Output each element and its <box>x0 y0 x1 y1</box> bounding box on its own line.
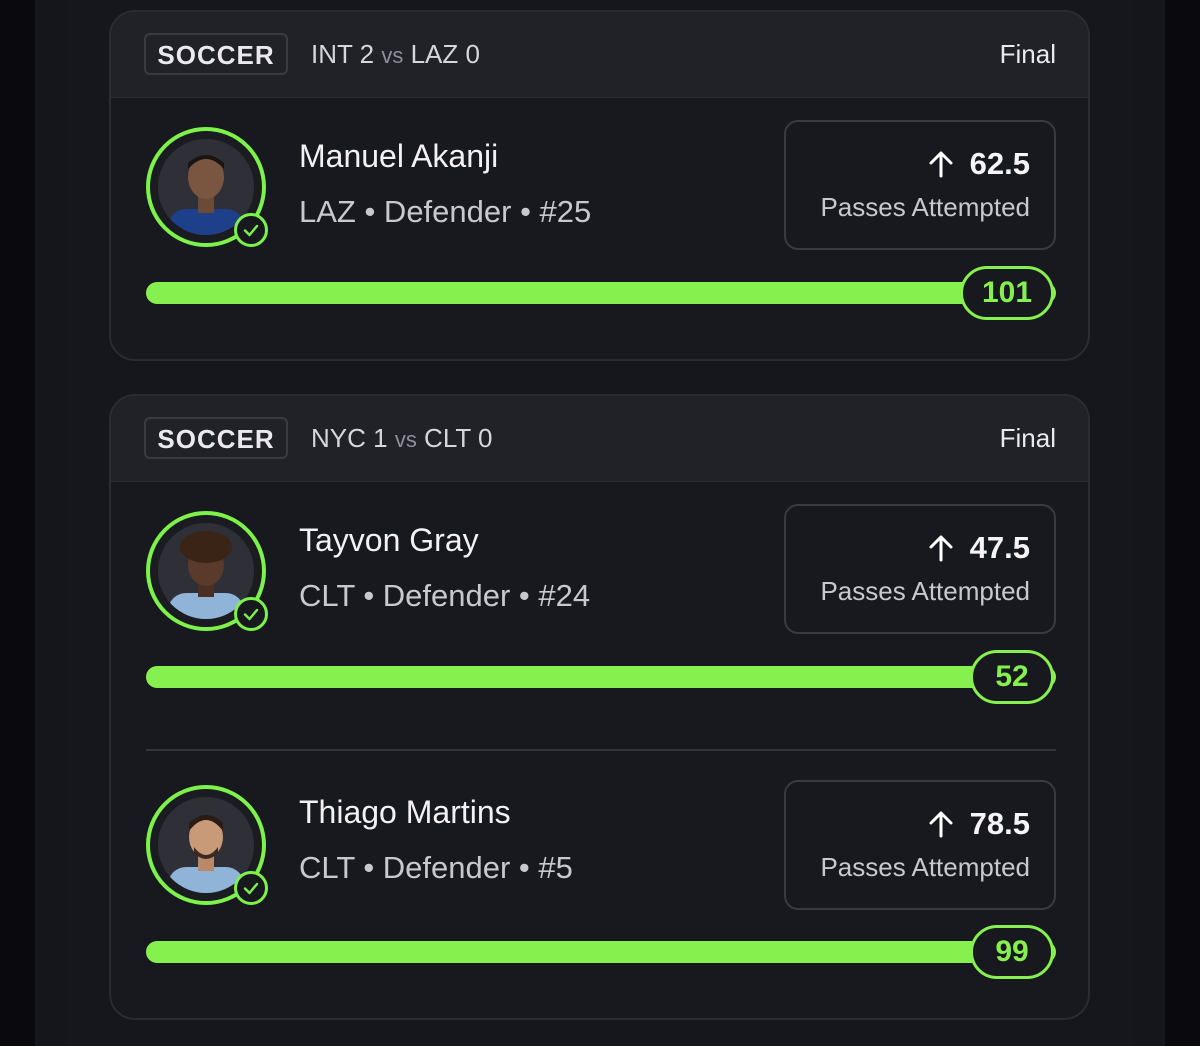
line-value: 47.5 <box>969 530 1030 565</box>
arrow-up-icon <box>929 151 953 178</box>
player-name: Manuel Akanji <box>299 138 499 174</box>
progress-track <box>146 941 1056 963</box>
line-value-row: 78.5 <box>928 806 1030 842</box>
line-value-row: 47.5 <box>928 530 1030 566</box>
stat-label: Passes Attempted <box>820 576 1030 606</box>
sport-badge: SOCCER <box>144 417 288 459</box>
line-value: 78.5 <box>969 806 1030 841</box>
verified-check-icon <box>234 213 268 247</box>
away-team-score: CLT 0 <box>424 423 493 453</box>
vs-label: vs <box>394 427 417 452</box>
result-pill: 52 <box>970 650 1054 704</box>
sport-badge: SOCCER <box>144 33 288 75</box>
player-meta: LAZ • Defender • #25 <box>299 194 592 229</box>
card-header: SOCCER NYC 1 vs CLT 0 Final <box>111 396 1088 482</box>
avatar <box>146 127 268 247</box>
stat-line-box[interactable]: 78.5 Passes Attempted <box>784 780 1056 910</box>
vs-label: vs <box>381 43 404 68</box>
verified-check-icon <box>234 597 268 631</box>
stat-line-box[interactable]: 62.5 Passes Attempted <box>784 120 1056 250</box>
line-value: 62.5 <box>969 146 1030 181</box>
progress-fill <box>146 941 1056 963</box>
game-status: Final <box>999 423 1056 453</box>
progress-track <box>146 282 1056 304</box>
card-header: SOCCER INT 2 vs LAZ 0 Final <box>111 12 1088 98</box>
player-meta: CLT • Defender • #5 <box>299 850 573 885</box>
stat-line-box[interactable]: 47.5 Passes Attempted <box>784 504 1056 634</box>
home-team-score: NYC 1 <box>311 423 388 453</box>
game-card: SOCCER INT 2 vs LAZ 0 Final Manuel Akanj… <box>109 10 1090 361</box>
arrow-up-icon <box>929 535 953 562</box>
progress-fill <box>146 282 1056 304</box>
progress-fill <box>146 666 1056 688</box>
matchup-score: INT 2 vs LAZ 0 <box>311 36 480 74</box>
stat-label: Passes Attempted <box>820 192 1030 222</box>
background-right <box>1165 0 1200 1046</box>
stat-label: Passes Attempted <box>820 852 1030 882</box>
result-pill: 99 <box>970 925 1054 979</box>
avatar <box>146 511 268 631</box>
home-team-score: INT 2 <box>311 39 375 69</box>
progress-track <box>146 666 1056 688</box>
verified-check-icon <box>234 871 268 905</box>
player-row[interactable]: Manuel Akanji LAZ • Defender • #25 62.5 … <box>111 98 1088 359</box>
avatar <box>146 785 268 905</box>
player-row[interactable]: Tayvon Gray CLT • Defender • #24 47.5 Pa… <box>111 482 1088 744</box>
player-name: Tayvon Gray <box>299 522 479 558</box>
game-status: Final <box>999 39 1056 69</box>
arrow-up-icon <box>929 811 953 838</box>
player-name: Thiago Martins <box>299 794 511 830</box>
matchup-score: NYC 1 vs CLT 0 <box>311 420 492 458</box>
line-value-row: 62.5 <box>928 146 1030 182</box>
result-pill: 101 <box>960 266 1054 320</box>
player-row[interactable]: Thiago Martins CLT • Defender • #5 78.5 … <box>111 758 1088 1018</box>
row-divider <box>146 749 1056 751</box>
away-team-score: LAZ 0 <box>410 39 480 69</box>
game-card: SOCCER NYC 1 vs CLT 0 Final Tayvon Gray … <box>109 394 1090 1020</box>
background-left <box>0 0 35 1046</box>
player-meta: CLT • Defender • #24 <box>299 578 591 613</box>
